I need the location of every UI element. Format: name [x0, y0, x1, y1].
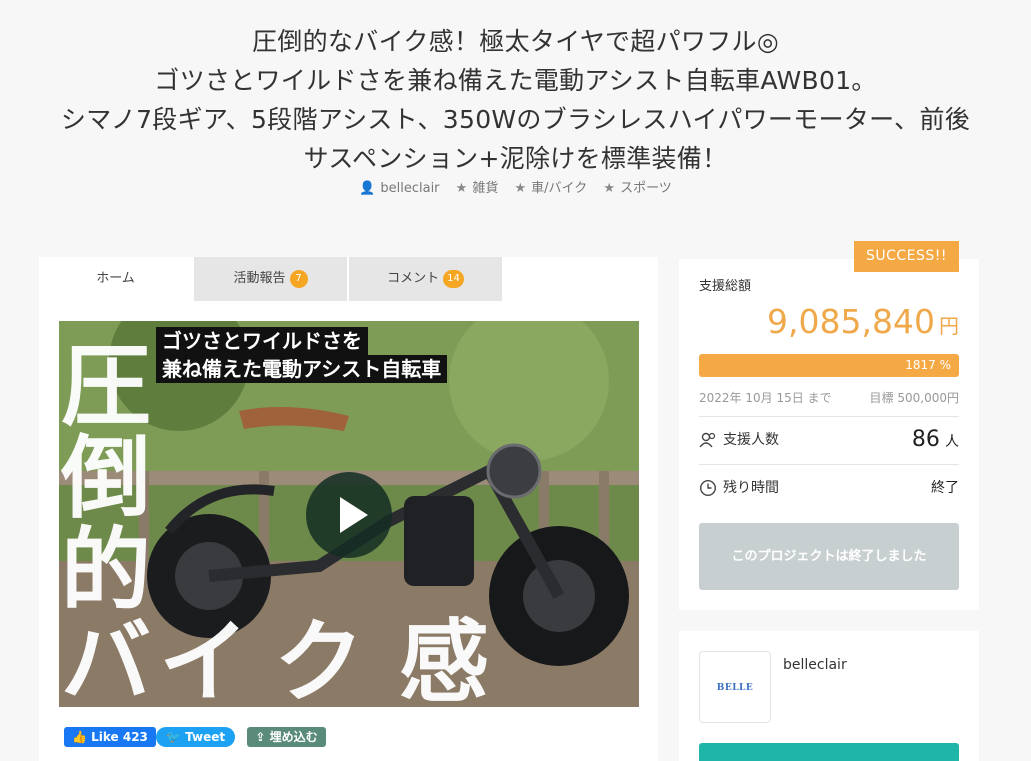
embed-button[interactable]: ⇪ 埋め込む	[247, 727, 326, 747]
play-icon[interactable]	[306, 472, 392, 558]
title-line: シマノ7段ギア、5段階アシスト、350Wのブラシレスハイパワーモーター、前後	[60, 105, 971, 134]
tweet-button[interactable]: 🐦 Tweet	[156, 727, 236, 747]
title-line: 圧倒的なバイク感！極太タイヤで超パワフル◎	[252, 27, 779, 56]
users-icon	[699, 432, 716, 448]
backers-count: 86 人	[911, 427, 959, 452]
total-label: 支援総額	[699, 279, 752, 294]
count-badge: 7	[289, 270, 308, 288]
project-main: ホーム 活動報告 7 コメント 14 ゴツさとワイルドさを 兼ね備えた電動アシス…	[39, 257, 658, 761]
deadline-text: 2022年 10月 15日 まで	[699, 391, 832, 405]
video-big-text: ク	[274, 610, 364, 708]
progress-bar: 1817 %	[699, 354, 959, 377]
remaining-value: 終了	[931, 480, 959, 496]
video-overlay-text: 兼ね備えた電動アシスト自転車	[156, 355, 448, 383]
category-link[interactable]: ★ スポーツ	[600, 181, 674, 196]
thumbs-up-icon: 👍	[72, 730, 92, 744]
owner-logo[interactable]: BELLE CLAIR	[699, 651, 771, 761]
project-ended-button[interactable]: このプロジェクトは終了しました	[699, 523, 959, 590]
facebook-like-button[interactable]: 👍 Like 423	[64, 727, 156, 747]
video-big-text: バ	[61, 610, 151, 708]
divider	[699, 464, 959, 465]
star-icon: ★	[603, 181, 616, 196]
project-tabs: ホーム 活動報告 7 コメント 14	[39, 257, 658, 301]
clock-icon	[699, 479, 717, 497]
share-icon: ⇪	[255, 730, 270, 744]
video-big-text: 倒	[61, 426, 151, 531]
star-icon: ★	[455, 181, 468, 196]
count-badge: 14	[443, 270, 464, 288]
divider	[699, 416, 959, 417]
success-badge: SUCCESS!!	[854, 241, 959, 272]
title-line: サスペンション+泥除けを標準装備！	[303, 144, 728, 173]
tab-home[interactable]: ホーム	[39, 257, 193, 301]
user-icon: 👤	[359, 181, 376, 196]
owner-action-button[interactable]	[699, 743, 959, 761]
video-overlay-text: ゴツさとワイルドさを	[156, 327, 368, 355]
project-meta: 👤 belleclair ★ 雑貨 ★ 車/バイク ★ スポーツ	[0, 177, 1031, 196]
category-link[interactable]: ★ 車/バイク	[511, 181, 590, 196]
star-icon: ★	[514, 181, 527, 196]
backers-row: 支援人数 86 人	[699, 425, 959, 455]
category-link[interactable]: ★ 雑貨	[453, 181, 502, 196]
remaining-row: 残り時間 終了	[699, 473, 959, 503]
project-title: 圧倒的なバイク感！極太タイヤで超パワフル◎ ゴツさとワイルドさを兼ね備えた電動ア…	[0, 22, 1031, 178]
title-line: ゴツさとワイルドさを兼ね備えた電動アシスト自転車AWB01。	[154, 66, 877, 95]
video-big-text: 感	[399, 610, 489, 708]
tab-activity-reports[interactable]: 活動報告 7	[194, 257, 348, 301]
video-big-text: 圧	[61, 334, 151, 439]
video-big-text: 的	[61, 518, 151, 623]
video-big-text: イ	[159, 610, 249, 708]
project-video[interactable]: ゴツさとワイルドさを 兼ね備えた電動アシスト自転車 圧 倒 的 バ イ ク 感	[59, 321, 639, 707]
goal-text: 目標 500,000円	[869, 391, 959, 405]
twitter-bird-icon: 🐦	[166, 730, 186, 744]
tab-comments[interactable]: コメント 14	[349, 257, 503, 301]
owner-name[interactable]: belleclair	[783, 657, 847, 673]
funding-amount: 9,085,840 円	[767, 302, 959, 341]
funding-card: 支援総額 9,085,840 円 1817 % 2022年 10月 15日 まで …	[679, 259, 979, 610]
owner-link[interactable]: 👤 belleclair	[356, 181, 442, 196]
owner-card: BELLE CLAIR belleclair	[679, 631, 979, 761]
